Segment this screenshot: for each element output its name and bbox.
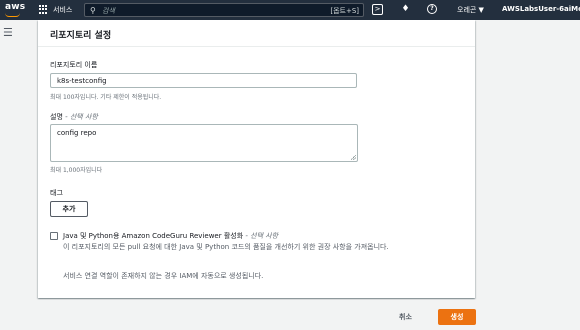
repo-name-label: 리포지토리 이름	[50, 61, 98, 69]
search-shortcut: [옵트+S]	[330, 7, 359, 15]
aws-logo-smile	[5, 13, 20, 17]
aws-logo[interactable]: aws	[5, 2, 25, 12]
resize-handle-icon[interactable]	[351, 155, 356, 160]
menu-icon[interactable]: ☰	[3, 27, 13, 38]
codeguru-label[interactable]: Java 및 Python용 Amazon CodeGuru Reviewer …	[63, 231, 278, 241]
services-menu[interactable]: 서비스	[53, 5, 72, 15]
add-tag-button[interactable]: 추가	[50, 201, 88, 217]
description-optional: - 선택 사항	[62, 113, 98, 121]
bell-icon[interactable]: ♦	[400, 4, 411, 15]
description-label-text: 설명	[50, 113, 63, 121]
panel-header: 리포지토리 설정	[38, 20, 475, 47]
account-menu[interactable]: AWSLabsUser-6aiMcXXKy	[502, 5, 580, 13]
codeguru-label-text: Java 및 Python용 Amazon CodeGuru Reviewer …	[63, 232, 244, 240]
search-placeholder: 검색	[102, 7, 115, 15]
description-hint: 최대 1,000자입니다	[50, 167, 103, 174]
codeguru-optional: - 선택 사항	[243, 232, 279, 240]
search-icon: ⚲	[90, 6, 96, 15]
repo-name-hint: 최대 100자입니다. 기타 제한이 적용됩니다.	[50, 94, 162, 101]
search-input[interactable]: ⚲ 검색 [옵트+S]	[84, 3, 364, 17]
cancel-button[interactable]: 취소	[399, 312, 412, 322]
codeguru-checkbox[interactable]	[50, 232, 58, 240]
codeguru-description: 이 리포지토리의 모든 pull 요청에 대한 Java 및 Python 코드…	[63, 243, 389, 251]
region-selector[interactable]: 오레곤 ▼	[457, 5, 484, 15]
services-grid-icon[interactable]	[39, 5, 48, 14]
create-button[interactable]: 생성	[438, 309, 476, 325]
description-value: config repo	[57, 129, 97, 137]
description-textarea[interactable]: config repo	[50, 124, 358, 162]
repository-settings-panel: 리포지토리 설정 리포지토리 이름 k8s-testconfig 최대 100자…	[38, 20, 475, 298]
codeguru-note: 서비스 연결 역할이 존재하지 않는 경우 IAM에 자동으로 생성됩니다.	[63, 272, 264, 280]
top-nav: aws 서비스 ⚲ 검색 [옵트+S] > ♦ ? 오레곤 ▼ AWSLabsU…	[0, 0, 580, 20]
help-icon[interactable]: ?	[427, 4, 437, 14]
cloudshell-icon[interactable]: >	[372, 4, 383, 15]
section-title: 리포지토리 설정	[50, 31, 112, 41]
repo-name-input[interactable]: k8s-testconfig	[50, 73, 357, 88]
description-label: 설명 - 선택 사항	[50, 112, 98, 122]
tags-label: 태그	[50, 189, 63, 197]
